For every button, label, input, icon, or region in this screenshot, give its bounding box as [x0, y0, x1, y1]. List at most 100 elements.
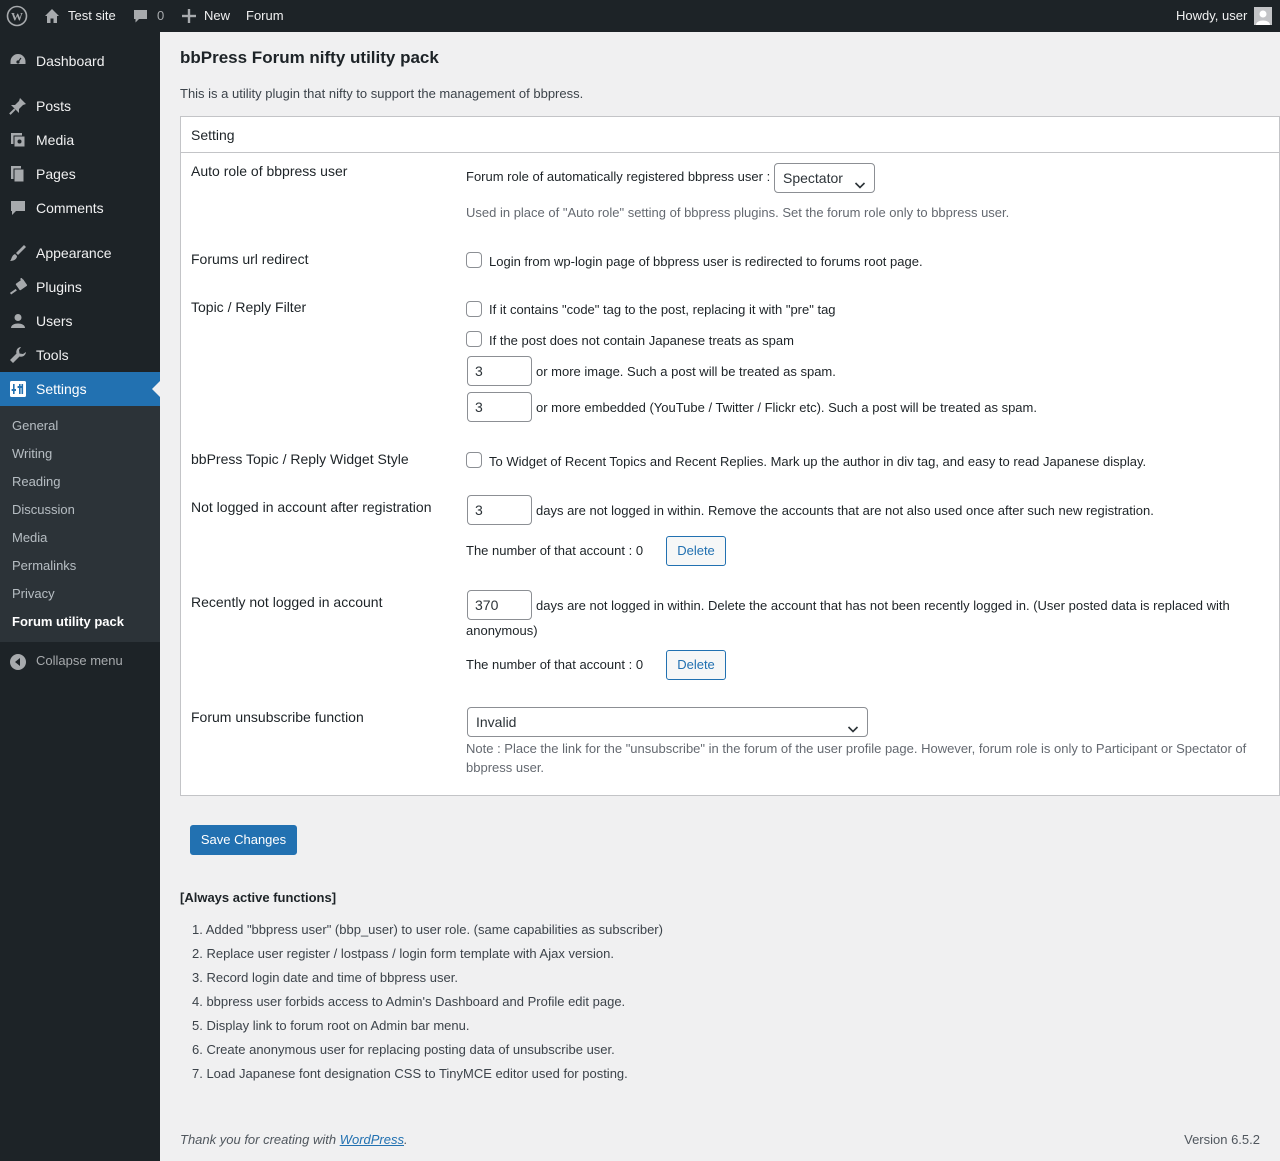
sidebar-item-plugins[interactable]: Plugins [0, 270, 160, 304]
submenu-item-general[interactable]: General [12, 412, 58, 440]
japanese-spam-checkbox[interactable] [466, 331, 482, 347]
collapse-arrow-icon [10, 654, 26, 673]
save-changes-button[interactable]: Save Changes [190, 825, 297, 855]
settings-icon [9, 380, 27, 398]
admin-sidebar: Dashboard Posts Media Pages Comments App… [0, 32, 160, 1161]
sidebar-item-media[interactable]: Media [0, 123, 160, 157]
current-menu-arrow [152, 381, 160, 397]
japanese-spam-checkbox-label: If the post does not contain Japanese tr… [489, 333, 794, 348]
comment-icon [9, 199, 27, 217]
list-item: 5. Display link to forum root on Admin b… [192, 1018, 470, 1033]
submenu-item-forum-utility-pack[interactable]: Forum utility pack [12, 608, 124, 636]
sidebar-item-settings[interactable]: Settings [0, 372, 160, 406]
page-title: bbPress Forum nifty utility pack [180, 48, 439, 67]
recently-not-logged-label: Recently not logged in account [191, 594, 383, 610]
submenu-item-reading[interactable]: Reading [12, 468, 60, 496]
auto-role-field-label: Forum role of automatically registered b… [466, 169, 771, 184]
sidebar-item-label: Comments [36, 200, 104, 216]
code-tag-checkbox[interactable] [466, 301, 482, 317]
collapse-menu-button[interactable]: Collapse menu [0, 648, 160, 676]
brush-icon [9, 244, 27, 262]
collapse-menu-label: Collapse menu [36, 653, 123, 668]
sidebar-item-pages[interactable]: Pages [0, 157, 160, 191]
image-count-label: or more image. Such a post will be treat… [536, 364, 836, 379]
recently-not-logged-days-input[interactable]: 370 [467, 590, 532, 620]
chevron-down-icon [847, 716, 859, 744]
wordpress-link[interactable]: WordPress [340, 1132, 404, 1147]
code-tag-checkbox-label: If it contains "code" tag to the post, r… [489, 302, 836, 317]
auto-role-selected: Spectator [783, 170, 843, 186]
delete-unused-accounts-button[interactable]: Delete [666, 536, 726, 566]
admin-bar: W Test site 0 New Forum Howdy, user [0, 0, 1280, 32]
pages-icon [9, 165, 27, 183]
sidebar-item-label: Appearance [36, 245, 112, 261]
site-name: Test site [68, 8, 116, 23]
not-logged-after-reg-label: Not logged in account after registration [191, 499, 432, 515]
url-redirect-checkbox[interactable] [466, 252, 482, 268]
sidebar-item-comments[interactable]: Comments [0, 191, 160, 225]
submenu-item-media[interactable]: Media [12, 524, 47, 552]
wordpress-logo-icon[interactable]: W [6, 0, 28, 32]
comments-count: 0 [157, 8, 165, 23]
avatar [1254, 7, 1272, 25]
unsubscribe-selected: Invalid [476, 714, 517, 730]
submenu-item-permalinks[interactable]: Permalinks [12, 552, 76, 580]
sidebar-item-posts[interactable]: Posts [0, 89, 160, 123]
recently-not-logged-count: The number of that account : 0 [466, 657, 644, 672]
list-item: 4. bbpress user forbids access to Admin'… [192, 994, 626, 1009]
footer-thanks-suffix: . [404, 1132, 408, 1147]
panel-title: Setting [191, 127, 235, 143]
sidebar-item-users[interactable]: Users [0, 304, 160, 338]
unsubscribe-select[interactable]: Invalid [467, 707, 868, 737]
auto-role-description: Used in place of "Auto role" setting of … [466, 205, 1010, 220]
wrench-icon [9, 346, 27, 364]
list-item: 7. Load Japanese font designation CSS to… [192, 1066, 628, 1081]
svg-text:W: W [11, 10, 23, 24]
sidebar-item-label: Media [36, 132, 75, 148]
image-count-input[interactable]: 3 [467, 356, 532, 386]
embed-count-label: or more embedded (YouTube / Twitter / Fl… [536, 400, 1037, 415]
howdy-text: Howdy, user [1176, 8, 1248, 23]
recently-not-logged-days-label: days are not logged in within. Delete th… [536, 598, 1230, 613]
plus-icon [182, 9, 196, 23]
widget-style-checkbox-label: To Widget of Recent Topics and Recent Re… [489, 454, 1147, 469]
list-item: 6. Create anonymous user for replacing p… [192, 1042, 615, 1057]
sidebar-item-tools[interactable]: Tools [0, 338, 160, 372]
widget-style-checkbox[interactable] [466, 452, 482, 468]
sidebar-item-appearance[interactable]: Appearance [0, 236, 160, 270]
sidebar-item-dashboard[interactable]: Dashboard [0, 44, 160, 78]
submenu-item-privacy[interactable]: Privacy [12, 580, 55, 608]
always-active-title: [Always active functions] [180, 890, 337, 905]
plug-icon [9, 277, 27, 296]
submenu-item-discussion[interactable]: Discussion [12, 496, 75, 524]
unsubscribe-note-line1: Note : Place the link for the "unsubscri… [466, 741, 1247, 756]
filter-label: Topic / Reply Filter [191, 299, 307, 315]
user-icon [9, 312, 27, 330]
sidebar-item-label: Tools [36, 347, 69, 363]
media-icon [9, 131, 27, 149]
widget-style-label: bbPress Topic / Reply Widget Style [191, 451, 409, 467]
submenu-item-writing[interactable]: Writing [12, 440, 52, 468]
forum-link[interactable]: Forum [246, 0, 284, 32]
my-account-link[interactable]: Howdy, user [1176, 0, 1272, 32]
home-icon [44, 8, 60, 24]
url-redirect-checkbox-label: Login from wp-login page of bbpress user… [489, 254, 923, 269]
auto-role-select[interactable]: Spectator [774, 163, 875, 193]
unsubscribe-label: Forum unsubscribe function [191, 709, 364, 725]
comment-bubble-icon [133, 9, 148, 24]
footer-thanks: Thank you for creating with WordPress. [180, 1132, 408, 1147]
auto-role-label: Auto role of bbpress user [191, 163, 348, 179]
sidebar-item-label: Posts [36, 98, 72, 114]
not-logged-days-input[interactable]: 3 [467, 495, 532, 525]
sidebar-item-label: Plugins [36, 279, 82, 295]
panel-header: Setting [181, 117, 1279, 153]
not-logged-days-label: days are not logged in within. Remove th… [536, 503, 1154, 518]
embed-count-input[interactable]: 3 [467, 392, 532, 422]
sidebar-item-label: Users [36, 313, 73, 329]
list-item: 2. Replace user register / lostpass / lo… [192, 946, 614, 961]
settings-submenu: General Writing Reading Discussion Media… [0, 406, 160, 642]
url-redirect-label: Forums url redirect [191, 251, 309, 267]
delete-inactive-accounts-button[interactable]: Delete [666, 650, 726, 680]
recently-not-logged-days-label-cont: anonymous) [466, 623, 538, 638]
sidebar-item-label: Settings [36, 381, 87, 397]
